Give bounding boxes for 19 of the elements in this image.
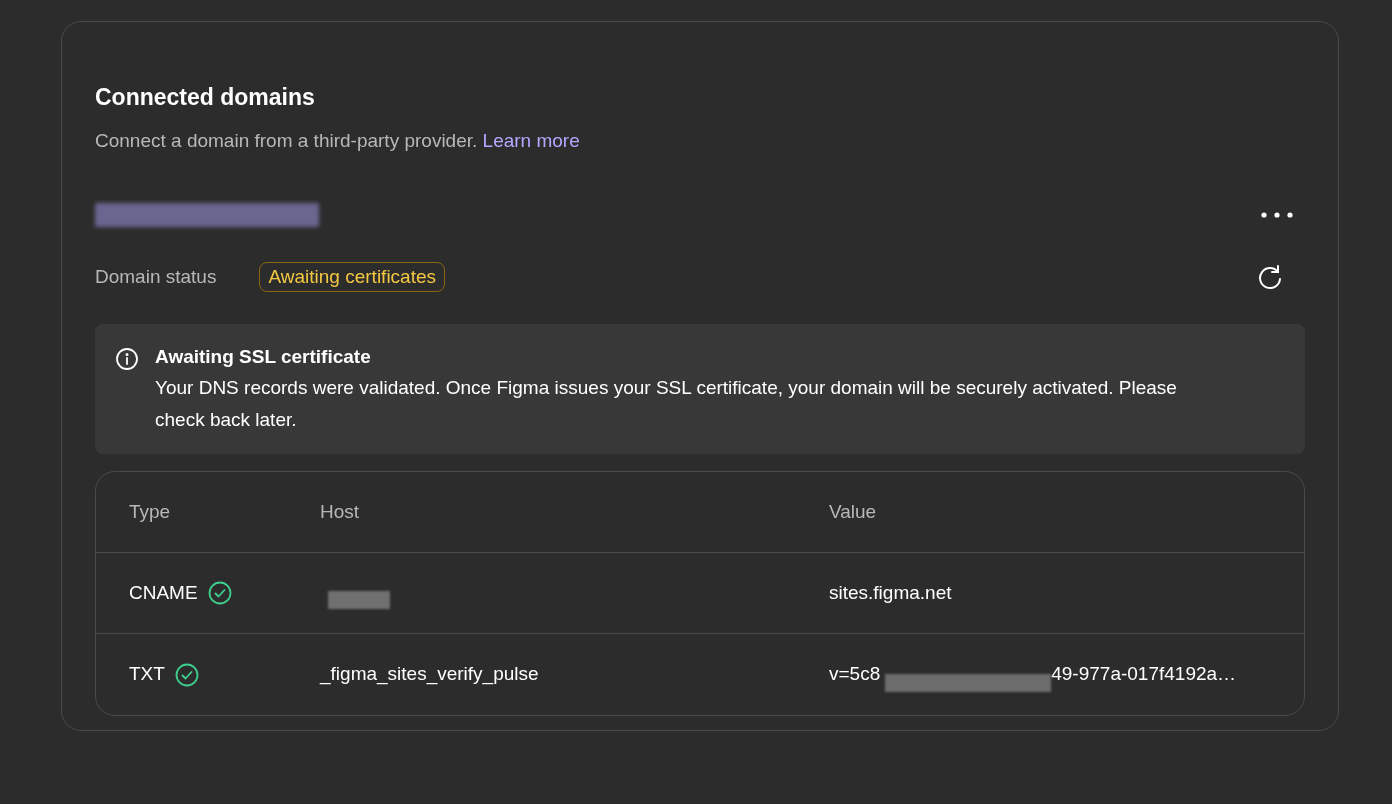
status-badge: Awaiting certificates (259, 262, 445, 292)
notice-body: Your DNS records were validated. Once Figma issues your SSL certificate, your domain will be securely activated. Please check back later. (155, 376, 1178, 432)
record-value: 49-977a-017f4192a… (1051, 662, 1237, 687)
record-host: _figma_sites_verify_pulse (320, 662, 539, 687)
record-type: TXT (129, 662, 165, 687)
refresh-icon (1257, 264, 1283, 290)
column-header: Type (129, 500, 171, 522)
notice-title: Awaiting SSL certificate (155, 345, 372, 369)
column-header: Host (320, 500, 360, 522)
more-icon (1261, 212, 1293, 218)
record-value: sites.figma.net (829, 580, 952, 605)
record-type: CNAME (129, 580, 198, 605)
card-title: Connected domains (95, 83, 316, 112)
learn-more-link[interactable]: Learn more (482, 130, 580, 151)
record-value: v=5c8 (829, 662, 881, 687)
card-description: Connect a domain from a third-party provider. Learn more (95, 129, 581, 153)
info-icon (115, 347, 139, 371)
status-label: Domain status (95, 264, 217, 289)
column-header: Value (829, 500, 877, 522)
